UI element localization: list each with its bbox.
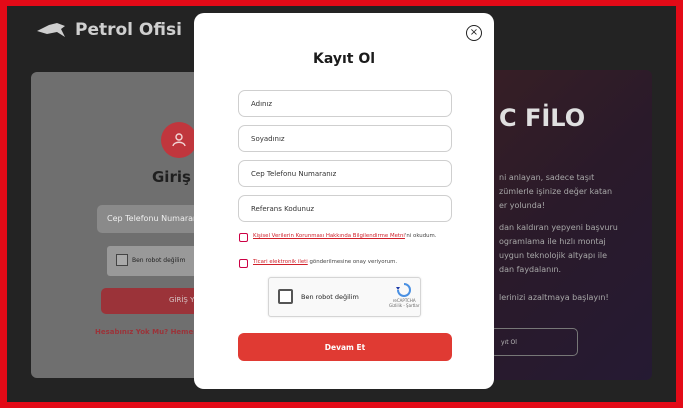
login-captcha[interactable]: Ben robot değilim [107,246,207,276]
phone-input[interactable]: Cep Telefonu Numaranız [238,160,452,187]
filo-title: C FİLO [499,104,586,132]
commercial-suffix: gönderilmesine onay veriyorum. [307,259,398,265]
close-icon[interactable]: × [466,25,482,41]
kvkk-checkbox[interactable] [239,233,248,242]
login-phone-input[interactable]: Cep Telefonu Numarar [97,205,207,233]
login-captcha-label: Ben robot değilim [132,257,186,264]
kvkk-consent: Kişisel Verilerin Korunması Hakkında Bil… [239,232,459,242]
commercial-link[interactable]: Ticari elektronik ileti [253,259,308,265]
recaptcha-terms[interactable]: Gizlilik - Şartlar [389,303,419,308]
name-input[interactable]: Adınız [238,90,452,117]
login-button[interactable]: GİRİŞ YA [101,288,206,314]
commercial-checkbox[interactable] [239,259,248,268]
commercial-consent: Ticari elektronik ileti gönderilmesine o… [239,258,459,268]
login-captcha-checkbox[interactable] [116,254,128,266]
filo-register-button[interactable]: yıt Ol [490,328,578,356]
recaptcha-icon [396,283,412,297]
kvkk-link[interactable]: Kişisel Verilerin Korunması Hakkında Bil… [253,233,405,239]
brand-logo[interactable]: Petrol Ofisi [35,20,182,40]
brand-name: Petrol Ofisi [75,20,182,40]
register-modal: × Kayıt Ol Adınız Soyadınız Cep Telefonu… [194,13,494,389]
recaptcha-widget: Ben robot değilim reCAPTCHA Gizlilik - Ş… [268,277,421,317]
surname-input[interactable]: Soyadınız [238,125,452,152]
recaptcha-checkbox[interactable] [278,289,293,304]
signup-link[interactable]: Hesabınız Yok Mu? Hemer [95,328,197,336]
filo-paragraph-1: ni anlayan, sadece taşıt zümlerle işiniz… [499,173,613,210]
modal-title: Kayıt Ol [312,51,376,67]
recaptcha-logo: reCAPTCHA Gizlilik - Şartlar [389,283,419,308]
recaptcha-label: Ben robot değilim [301,293,359,301]
continue-button[interactable]: Devam Et [238,333,452,361]
commercial-text: Ticari elektronik ileti gönderilmesine o… [253,258,397,268]
kvkk-text: Kişisel Verilerin Korunması Hakkında Bil… [253,232,437,242]
filo-paragraph-2: dan kaldıran yepyeni başvuru ogramlama i… [499,223,618,274]
filo-paragraph-3: lerinizi azaltmaya başlayın! [499,293,609,302]
petrol-ofisi-logo-icon [37,23,65,37]
kvkk-suffix: 'ni okudum. [404,233,437,239]
user-icon [161,122,197,158]
referral-code-input[interactable]: Referans Kodunuz [238,195,452,222]
